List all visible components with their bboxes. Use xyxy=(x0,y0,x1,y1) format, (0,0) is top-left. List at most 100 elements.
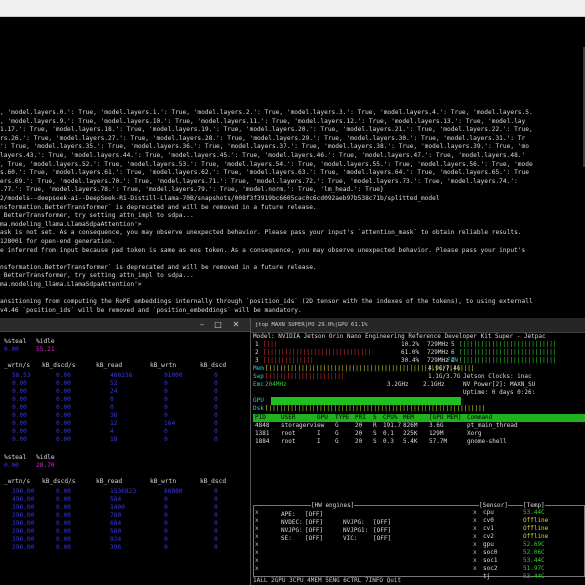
iostat-cell: 0 xyxy=(164,396,168,403)
frame-mark: x xyxy=(473,517,477,524)
jtop-window[interactable]: jtop MAXN SUPER|PO 29.0%|GPU 61.1% Model… xyxy=(250,318,585,585)
cpu-bar: [||||||||||||| xyxy=(263,357,314,364)
process-cell: 0.3 xyxy=(383,438,394,445)
sensor-value: 52.06C xyxy=(523,549,545,556)
process-cell: R xyxy=(373,422,377,429)
engine-name: NVJPG: xyxy=(343,519,365,526)
iostat-cell: 924 xyxy=(110,536,122,543)
iostat-cell: 86880 xyxy=(164,488,183,495)
iostat-cell: 0.00 xyxy=(56,404,71,411)
log-line: layers.43.': True, 'model.layers.44.': T… xyxy=(0,151,526,159)
iostat-cell: 396.00 xyxy=(12,520,35,527)
iostat-cell: 91000 xyxy=(164,372,183,379)
emc-label: Emc xyxy=(253,381,264,388)
sensor-name: soc0 xyxy=(483,549,498,556)
iostat-cell: 24 xyxy=(110,388,118,395)
iostat-cell: 0.00 xyxy=(56,520,71,527)
iostat-cell: 296.00 xyxy=(12,512,35,519)
iostat-cell: 0.00 xyxy=(56,436,71,443)
iostat-cell: 0 xyxy=(214,536,218,543)
cpu-id: 3 xyxy=(255,357,259,364)
dsk-label: Dsk xyxy=(253,405,264,412)
idle-header: %idle xyxy=(36,338,55,345)
iostat-cell: 0.00 xyxy=(12,436,27,443)
process-cell: Xorg xyxy=(467,430,482,437)
iostat-cell: 36 xyxy=(110,412,118,419)
sensor-name: soc2 xyxy=(483,565,498,572)
jtop-footer[interactable]: 1ALL 2GPU 3CPU 4MEM 5ENG 6CTRL 7INFO Qui… xyxy=(253,577,401,585)
cpu-freq: 729MHz xyxy=(427,357,449,364)
sensor-value: 53.44C xyxy=(523,573,545,580)
iostat-cell: 0.00 xyxy=(56,372,71,379)
iostat-cell: 0.00 xyxy=(56,428,71,435)
cpu-bar: [||||||||||||||||||||||||||||| xyxy=(263,349,372,356)
process-cell: 225K xyxy=(403,430,418,437)
frame-mark: x xyxy=(473,565,477,572)
iostat-cell: 0.00 xyxy=(56,544,71,551)
iostat-col-header: kB_dscd xyxy=(200,478,227,485)
iostat-cell: 0.00 xyxy=(12,388,27,395)
process-cell: G xyxy=(335,430,339,437)
iostat-cell: 0.00 xyxy=(56,412,71,419)
sensor-name: tj xyxy=(483,573,491,580)
log-line: nsformation.BetterTransformer` is deprec… xyxy=(0,203,317,211)
process-cell: 191.7 xyxy=(383,422,402,429)
sensor-value: Offline xyxy=(523,533,549,540)
sensor-value: 52.69C xyxy=(523,541,545,548)
iostat-cell: 0 xyxy=(214,388,218,395)
iostat-cell: 0 xyxy=(164,528,168,535)
process-cell: 20 xyxy=(355,422,363,429)
jtop-titlebar[interactable]: jtop MAXN SUPER|PO 29.0%|GPU 61.1% xyxy=(251,318,585,333)
steal-value-2: 0.00 xyxy=(4,462,19,469)
frame-mark: x xyxy=(255,565,259,572)
engine-state: [OFF] xyxy=(373,527,392,534)
frame-mark: x xyxy=(473,557,477,564)
engine-name: NVJPG1: xyxy=(343,527,369,534)
iostat-col-header: _wrtn/s xyxy=(4,478,31,485)
emc-value: 204MHz xyxy=(265,381,287,388)
engine-state: [OFF] xyxy=(305,511,324,518)
sensor-value: 53.44C xyxy=(523,557,545,564)
engine-name: SE: xyxy=(281,535,292,542)
minimize-icon[interactable]: – xyxy=(196,319,208,330)
iostat-cell: 0 xyxy=(164,520,168,527)
process-cell: S xyxy=(373,430,377,437)
frame-mark: x xyxy=(255,549,259,556)
cpu-pct: 61.0% xyxy=(401,349,420,356)
process-cell: I xyxy=(317,438,321,445)
iostat-cell: 0.00 xyxy=(12,380,27,387)
maximize-icon[interactable]: □ xyxy=(212,319,224,330)
frame-mark: x xyxy=(473,509,477,516)
log-line: ': True, 'model.layers.35.': True, 'mode… xyxy=(0,143,529,151)
cpu-bar-right: [|||||||||||||||||||||||||| xyxy=(459,341,557,348)
cpu-id-right: 6 xyxy=(451,349,455,356)
sensor-value: 53.44C xyxy=(523,509,545,516)
emc-freq: 3.2GHz xyxy=(387,381,409,388)
iostat-cell: 0 xyxy=(214,512,218,519)
iostat-titlebar[interactable]: – □ ✕ xyxy=(0,318,250,332)
gpu-label: GPU xyxy=(253,397,264,404)
iostat-window[interactable]: – □ ✕ %steal %idle 0.00 55.21 _wrtn/s kB_… xyxy=(0,318,250,585)
iostat-cell: 0.00 xyxy=(12,396,27,403)
process-cell: G xyxy=(335,438,339,445)
process-cell: 1884 xyxy=(255,438,270,445)
process-col-header: Command xyxy=(467,414,493,421)
log-line: ers.69.': True, 'model.layers.70.': True… xyxy=(0,177,518,185)
close-icon[interactable]: ✕ xyxy=(230,319,242,330)
engine-name: NVJPG: xyxy=(281,527,303,534)
iostat-cell: 584 xyxy=(110,496,122,503)
sensor-name: gpu xyxy=(483,541,494,548)
iostat-cell: 580 xyxy=(110,528,122,535)
cpu-pct: 30.4% xyxy=(401,357,420,364)
main-terminal[interactable]: , 'model.layers.0.': True, 'model.layers… xyxy=(0,17,585,320)
swp-bar: [||||||||||||||||||||| xyxy=(265,373,345,380)
window-top-bar xyxy=(0,0,585,17)
iostat-cell: 0 xyxy=(214,544,218,551)
iostat-cell: 0 xyxy=(214,412,218,419)
iostat-cell: 0 xyxy=(164,380,168,387)
cpu-id-right: 5 xyxy=(451,341,455,348)
iostat-cell: 0 xyxy=(164,428,168,435)
iostat-cell: 0 xyxy=(214,428,218,435)
process-col-header: PRI xyxy=(355,414,366,421)
